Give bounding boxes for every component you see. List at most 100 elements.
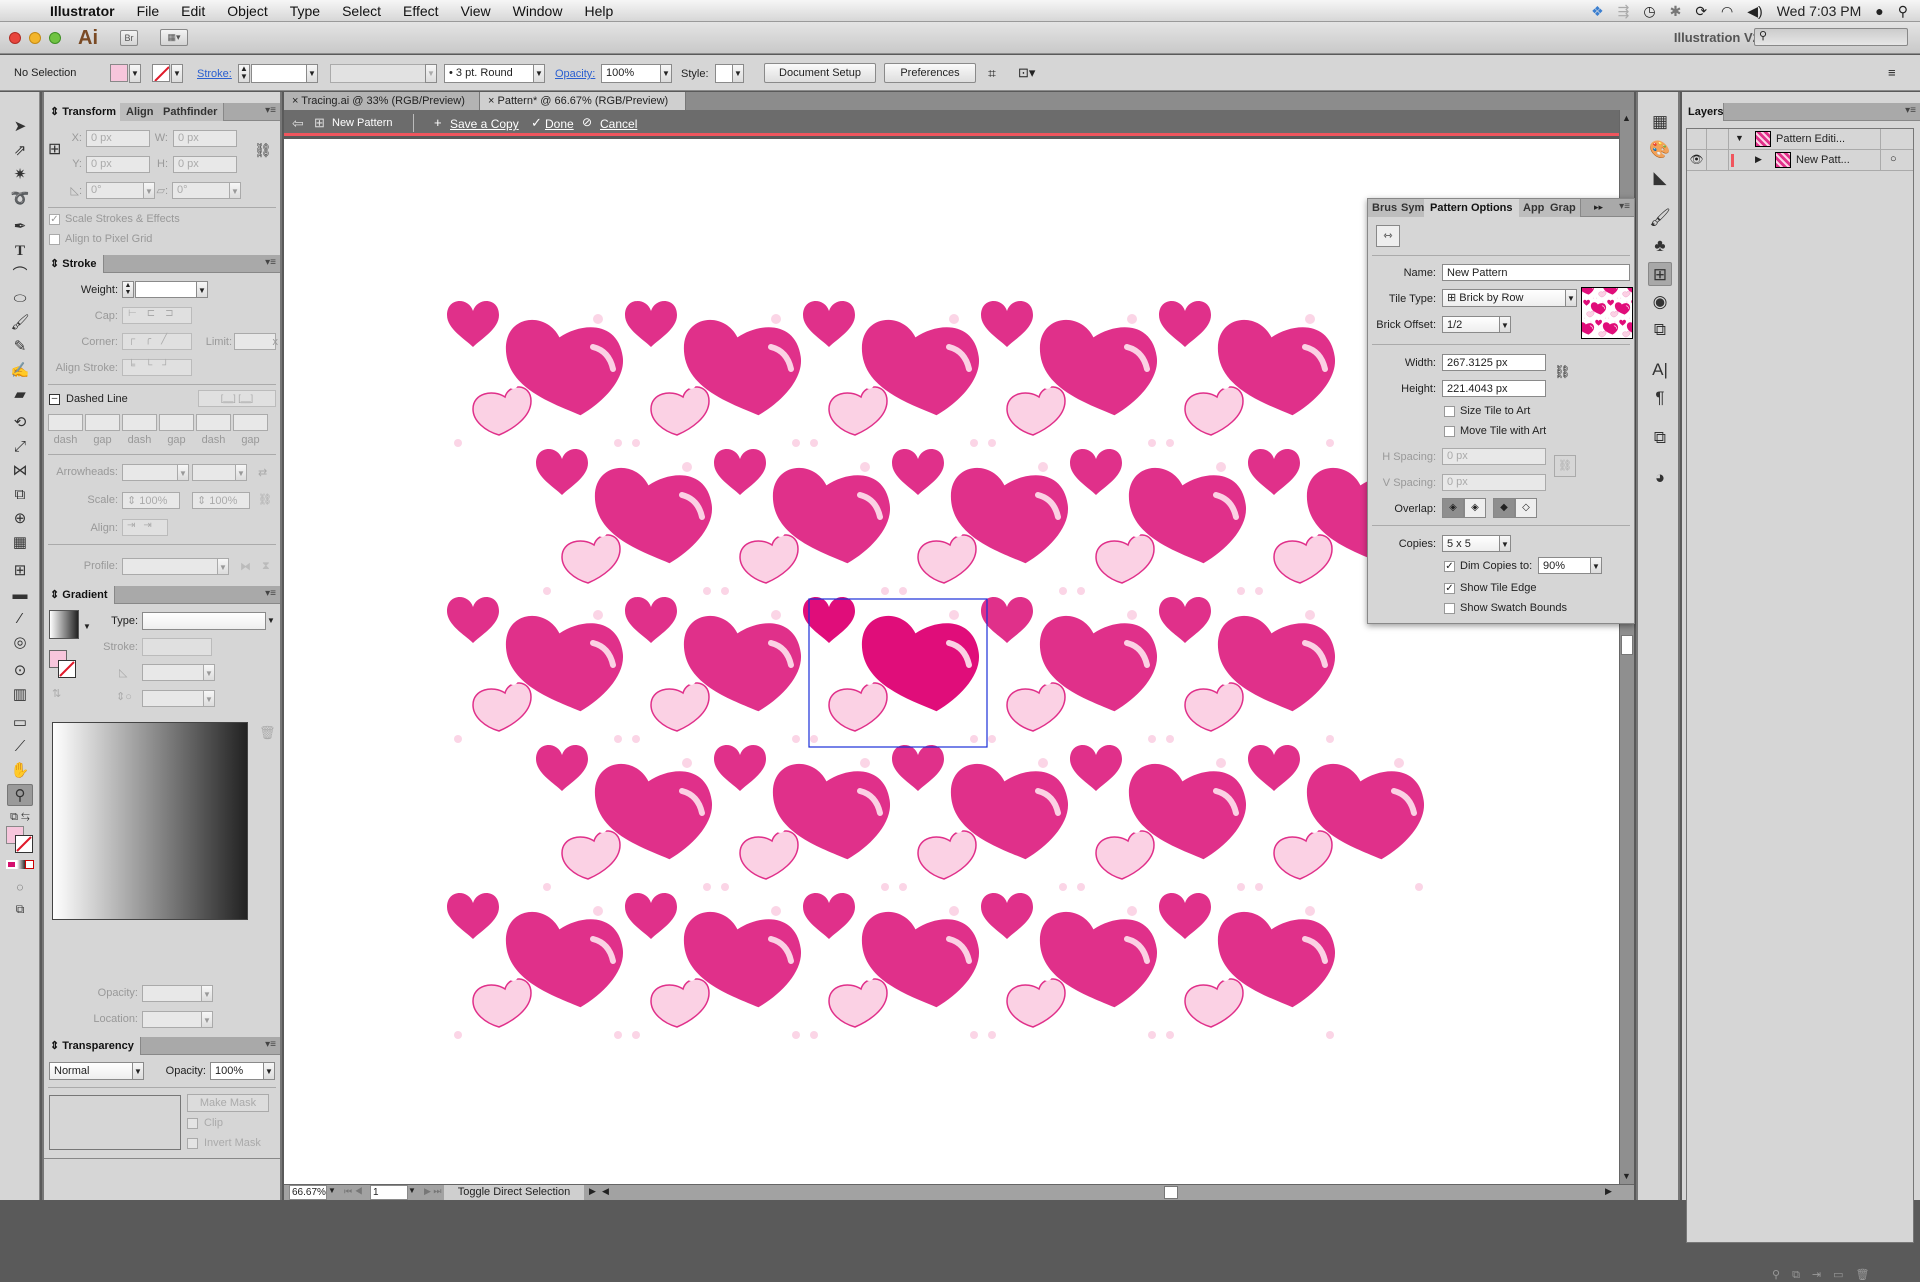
- stop-location-input[interactable]: [142, 1011, 202, 1028]
- show-swatch-bounds-checkbox[interactable]: [1444, 603, 1455, 614]
- layer-row-new-pattern[interactable]: 👁 ▶ New Patt... ○: [1687, 150, 1913, 171]
- expand-triangle-icon[interactable]: ▼: [1735, 133, 1744, 143]
- start-arrowhead-select[interactable]: [122, 464, 178, 481]
- artboard-number-input[interactable]: 1: [370, 1185, 408, 1200]
- navigator-panel-icon[interactable]: ◕: [1648, 466, 1672, 490]
- h-input[interactable]: 0 px: [173, 156, 237, 173]
- dash-gap-input[interactable]: [233, 414, 268, 431]
- new-layer-icon[interactable]: ▭: [1833, 1269, 1855, 1281]
- dim-copies-input[interactable]: 90%: [1538, 557, 1591, 574]
- minimize-window-button[interactable]: [29, 32, 41, 44]
- menu-window[interactable]: Window: [502, 3, 574, 19]
- rotate-tool-icon[interactable]: ⟲: [7, 412, 33, 434]
- opacity-input[interactable]: 100%: [601, 64, 661, 83]
- weight-dropdown[interactable]: ▼: [196, 281, 208, 298]
- stroke-color-box[interactable]: [15, 835, 33, 853]
- scale-strokes-checkbox[interactable]: ✓: [49, 214, 60, 225]
- make-mask-button[interactable]: Make Mask: [187, 1094, 269, 1112]
- save-copy-button[interactable]: Save a Copy: [450, 117, 519, 131]
- zoom-level-input[interactable]: 66.67%: [289, 1185, 327, 1200]
- menu-effect[interactable]: Effect: [392, 3, 450, 19]
- scroll-down-arrow[interactable]: ▼: [1622, 1171, 1631, 1181]
- draw-mode-icon[interactable]: ◌: [7, 876, 33, 898]
- layer-row-pattern-editing[interactable]: ▼ Pattern Editi...: [1687, 129, 1913, 150]
- dash-gap-input[interactable]: [196, 414, 231, 431]
- dim-copies-dropdown[interactable]: ▼: [1590, 557, 1602, 574]
- fill-dropdown[interactable]: ▼: [129, 64, 141, 83]
- tab-gradient[interactable]: ⇕ Gradient: [44, 586, 115, 604]
- lasso-tool-icon[interactable]: ➰: [7, 188, 33, 210]
- target-circle-icon[interactable]: ○: [1890, 153, 1897, 165]
- search-help-input[interactable]: ⚲: [1754, 28, 1908, 46]
- y-input[interactable]: 0 px: [86, 156, 150, 173]
- menu-help[interactable]: Help: [573, 3, 624, 19]
- blend-mode-dropdown[interactable]: ▼: [132, 1062, 144, 1080]
- artboard-dropdown[interactable]: ▼: [408, 1186, 416, 1195]
- dash-gap-input[interactable]: [85, 414, 120, 431]
- stop-opacity-input[interactable]: [142, 985, 202, 1002]
- color-guide-panel-icon[interactable]: 🎨: [1648, 138, 1672, 162]
- start-arrowhead-dropdown[interactable]: ▼: [177, 464, 189, 481]
- pattern-tile-tool-button[interactable]: ⇿: [1376, 225, 1400, 247]
- stop-opacity-dropdown[interactable]: ▼: [201, 985, 213, 1002]
- graphic-styles-panel-icon[interactable]: ⧉: [1648, 318, 1672, 342]
- zoom-window-button[interactable]: [49, 32, 61, 44]
- pencil-tool-icon[interactable]: ✎: [7, 336, 33, 358]
- tab-appearance[interactable]: App: [1519, 199, 1549, 217]
- weight-stepper[interactable]: ▲▼: [122, 281, 134, 298]
- ellipse-tool-icon[interactable]: ⬭: [7, 288, 33, 310]
- x-input[interactable]: 0 px: [86, 130, 150, 147]
- menu-type[interactable]: Type: [279, 3, 331, 19]
- none-mode-icon[interactable]: [25, 860, 34, 869]
- shear-input[interactable]: 0°: [172, 182, 230, 199]
- arrow-align-buttons[interactable]: ⇥⇥: [122, 519, 168, 536]
- tile-type-select[interactable]: ⊞ Brick by Row: [1442, 289, 1566, 307]
- color-mode-icon[interactable]: [6, 860, 17, 869]
- expand-tabs-icon[interactable]: ▸▸: [1594, 202, 1603, 213]
- clip-checkbox[interactable]: [187, 1118, 198, 1129]
- transparency-opacity-input[interactable]: 100%: [210, 1062, 264, 1080]
- new-sublayer-icon[interactable]: ⇥: [1812, 1269, 1833, 1281]
- scroll-up-arrow[interactable]: ▲: [1622, 113, 1631, 123]
- stroke-swatch-none[interactable]: [152, 64, 170, 82]
- dashed-line-checkbox[interactable]: –: [49, 394, 60, 405]
- gradient-thumbnail[interactable]: [49, 610, 79, 639]
- selection-tool-icon[interactable]: ➤: [7, 116, 33, 138]
- tile-height-input[interactable]: 221.4043 px: [1442, 380, 1546, 397]
- align-options-icon[interactable]: ⊡▾: [1018, 65, 1035, 81]
- gradient-angle-dropdown[interactable]: ▼: [203, 664, 215, 681]
- transparency-opacity-dropdown[interactable]: ▼: [263, 1062, 275, 1080]
- panel-menu-icon[interactable]: ▾≡: [265, 588, 276, 599]
- close-window-button[interactable]: [9, 32, 21, 44]
- symbols-panel-icon[interactable]: ♣: [1648, 234, 1672, 258]
- rotate-input[interactable]: 0°: [86, 182, 144, 199]
- graphic-style-swatch[interactable]: [715, 64, 733, 83]
- user-icon[interactable]: ●: [1875, 3, 1883, 19]
- end-arrowhead-dropdown[interactable]: ▼: [235, 464, 247, 481]
- stop-location-dropdown[interactable]: ▼: [201, 1011, 213, 1028]
- dim-copies-checkbox[interactable]: ✓: [1444, 561, 1455, 572]
- h-spacing-input[interactable]: 0 px: [1442, 448, 1546, 465]
- paragraph-panel-icon[interactable]: ¶: [1648, 386, 1672, 410]
- perspective-grid-tool-icon[interactable]: ▦: [7, 532, 33, 554]
- delete-layer-icon[interactable]: 🗑: [1856, 1269, 1882, 1281]
- tab-pathfinder[interactable]: Pathfinder: [157, 103, 224, 121]
- menu-select[interactable]: Select: [331, 3, 392, 19]
- brush-definition[interactable]: • 3 pt. Round: [444, 64, 534, 83]
- clock[interactable]: Wed 7:03 PM: [1777, 3, 1862, 19]
- copies-select[interactable]: 5 x 5: [1442, 535, 1500, 552]
- mesh-tool-icon[interactable]: ⊞: [7, 560, 33, 582]
- make-clipping-mask-icon[interactable]: ⧉: [1792, 1269, 1812, 1281]
- gradient-stroke-buttons[interactable]: [142, 638, 212, 656]
- layer-name[interactable]: New Patt...: [1796, 154, 1850, 166]
- status-menu-arrow[interactable]: ▶: [589, 1186, 596, 1197]
- volume-icon[interactable]: ◀): [1747, 3, 1762, 20]
- gradient-aspect-dropdown[interactable]: ▼: [203, 690, 215, 707]
- brush-dropdown[interactable]: ▼: [533, 64, 545, 83]
- end-scale-input[interactable]: ⇕ 100%: [192, 492, 250, 509]
- appearance-panel-icon[interactable]: ◉: [1648, 290, 1672, 314]
- align-pixel-grid-checkbox[interactable]: [49, 234, 60, 245]
- preferences-button[interactable]: Preferences: [884, 63, 976, 83]
- tab-tracing-document[interactable]: × Tracing.ai @ 33% (RGB/Preview): [284, 92, 480, 110]
- tab-pattern-options[interactable]: Pattern Options: [1424, 199, 1520, 217]
